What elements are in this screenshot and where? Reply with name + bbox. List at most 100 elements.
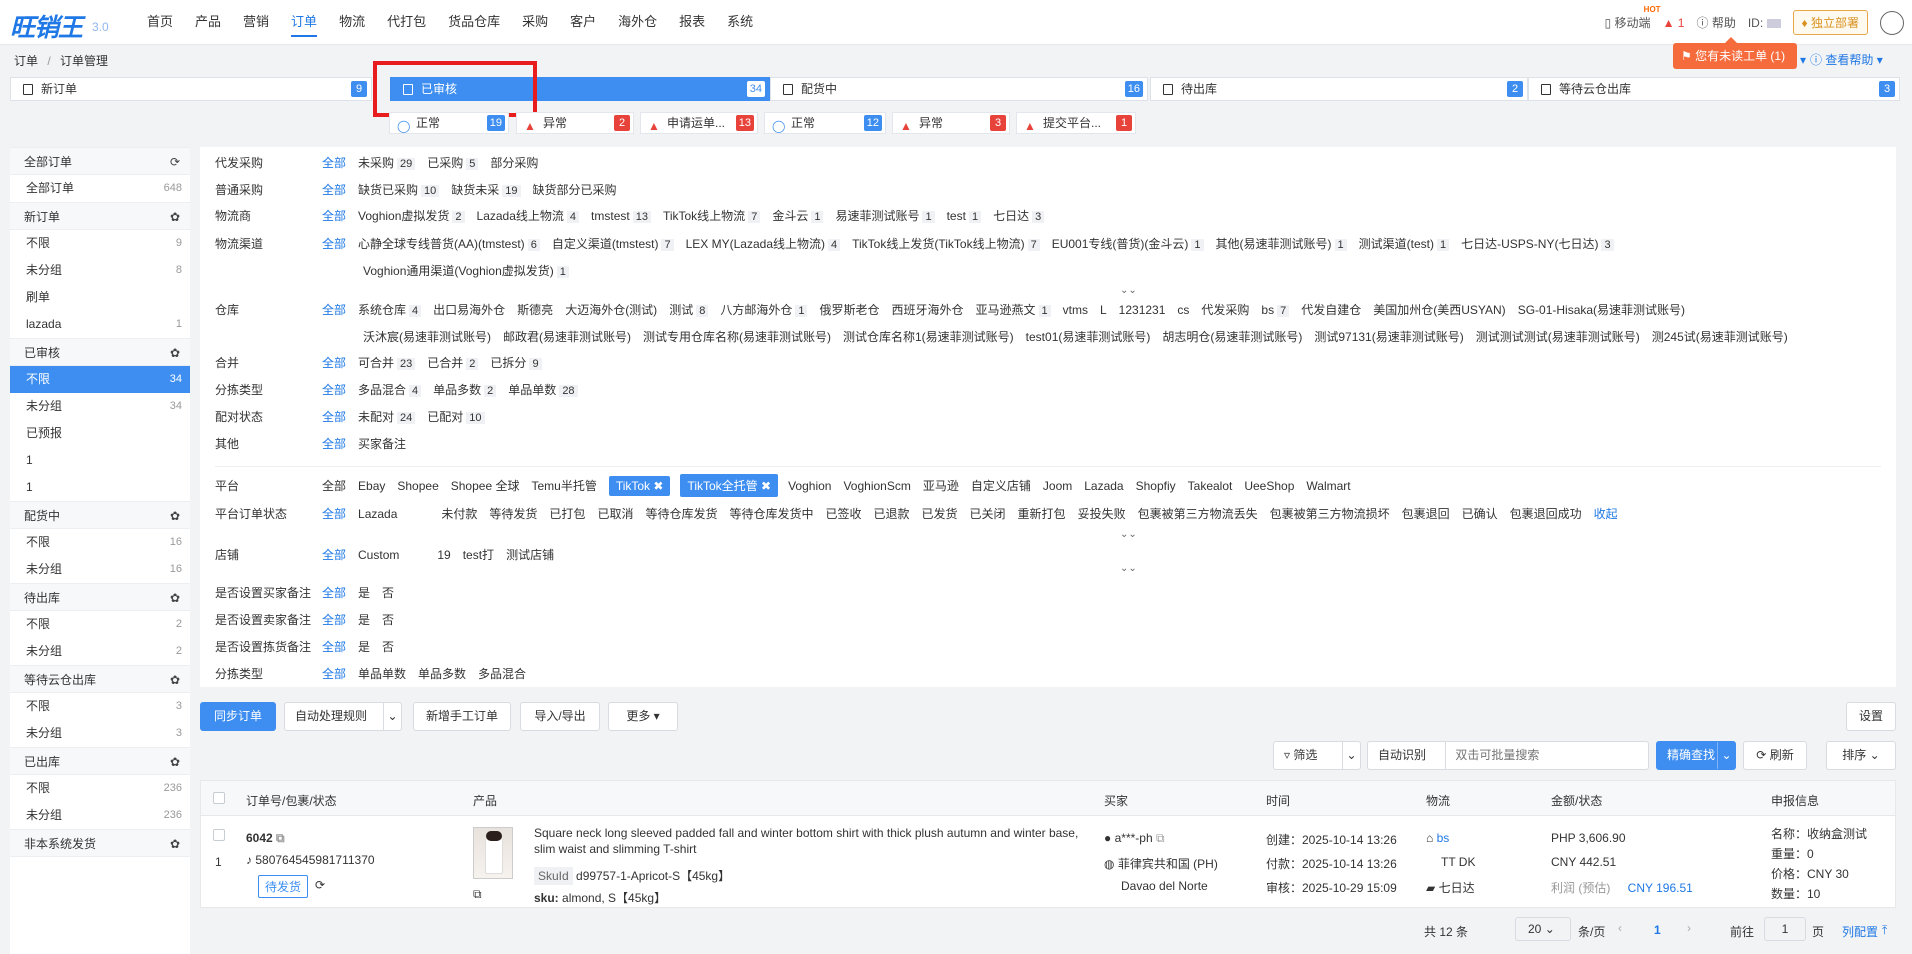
filter-option[interactable]: 缺货部分已采购 <box>533 181 617 198</box>
sidebar-item[interactable]: 未分组 236 <box>10 802 190 829</box>
nav-item[interactable]: 营销 <box>232 0 280 45</box>
no-option[interactable]: 否 <box>382 611 394 628</box>
filter-option[interactable]: 测试 8 <box>669 301 709 318</box>
sort-type-option[interactable]: 多品混合 <box>478 665 526 682</box>
gear-icon[interactable]: ✿ <box>170 830 180 858</box>
filter-all-link[interactable]: 全部 <box>322 437 346 451</box>
sidebar-item[interactable]: 不限 34 <box>10 366 190 393</box>
platform-status-option[interactable]: 已确认 <box>1462 505 1498 522</box>
sidebar-group[interactable]: 配货中 ✿ <box>10 501 190 529</box>
logistics-provider[interactable]: ⌂ bs <box>1426 831 1449 845</box>
platform-status-option[interactable]: 等待发货 <box>489 505 537 522</box>
nav-item[interactable]: 海外仓 <box>607 0 668 45</box>
yes-option[interactable]: 是 <box>358 584 370 601</box>
platform-status-option[interactable]: 未付款 <box>441 505 477 522</box>
filter-option[interactable]: 未配对 24 <box>358 408 416 425</box>
sidebar-group[interactable]: 已审核 ✿ <box>10 338 190 366</box>
platform-tag-selected[interactable]: TikTok全托管 ✖ <box>680 474 779 497</box>
platform-status-option[interactable]: 包裹被第三方物流丢失 <box>1138 505 1258 522</box>
sub-status-tab[interactable]: ◯ 正常 19 <box>389 112 509 134</box>
platform-option[interactable]: UeeShop <box>1244 479 1294 493</box>
filter-option[interactable]: 测245试(易速菲测试账号) <box>1652 328 1788 345</box>
refresh-icon[interactable]: ⟳ <box>315 878 325 892</box>
filter-option[interactable]: 部分采购 <box>490 154 538 171</box>
unread-ticket-toast[interactable]: ⚑ 您有未读工单 (1) <box>1673 37 1797 69</box>
platform-status-option[interactable]: 包裹被第三方物流损坏 <box>1270 505 1390 522</box>
nav-item[interactable]: 报表 <box>668 0 716 45</box>
filter-button[interactable]: ▿ 筛选 ⌄ <box>1273 741 1361 770</box>
filter-all-link[interactable]: 全部 <box>322 356 346 370</box>
filter-option[interactable]: SG-01-Hisaka(易速菲测试账号) <box>1518 301 1685 318</box>
platform-status-option[interactable]: 重新打包 <box>1018 505 1066 522</box>
filter-all-link[interactable]: 全部 <box>322 410 346 424</box>
prev-page-button[interactable]: ‹ <box>1618 921 1622 935</box>
filter-option[interactable]: 缺货已采购 10 <box>358 181 440 198</box>
platform-option[interactable]: Voghion <box>788 479 831 493</box>
shop-option[interactable]: Custom <box>358 548 399 562</box>
platform-option[interactable]: Walmart <box>1306 479 1350 493</box>
sort-type-option[interactable]: 单品单数 <box>358 665 406 682</box>
sidebar-item[interactable]: 不限 2 <box>10 611 190 638</box>
auto-rules-button[interactable]: 自动处理规则 ⌄ <box>284 702 402 731</box>
nav-item[interactable]: 货品仓库 <box>437 0 511 45</box>
precise-search-button[interactable]: 精确查找 ⌄ <box>1656 741 1736 770</box>
filter-option[interactable]: L <box>1100 303 1107 317</box>
sidebar-item[interactable]: 未分组 8 <box>10 257 190 284</box>
platform-status-option[interactable]: 等待仓库发货 <box>645 505 717 522</box>
filter-option[interactable]: 未采购 29 <box>358 154 416 171</box>
platform-option[interactable]: Temu半托管 <box>531 477 596 494</box>
platform-status-option[interactable]: 已发货 <box>922 505 958 522</box>
sidebar-item[interactable]: 刷单 <box>10 284 190 311</box>
sidebar-group[interactable]: 已出库 ✿ <box>10 747 190 775</box>
filter-option[interactable]: 缺货未采 19 <box>451 181 521 198</box>
page-size-select[interactable]: 20 ⌄ <box>1515 917 1571 941</box>
filter-all-link[interactable]: 全部 <box>322 183 346 197</box>
platform-status-option[interactable]: 妥投失败 <box>1078 505 1126 522</box>
sub-status-tab[interactable]: ▲ 提交平台... 1 <box>1016 112 1136 134</box>
view-help-link[interactable]: ▾ ⓘ 查看帮助 ▾ <box>1800 51 1883 68</box>
filter-option[interactable]: tmstest 13 <box>591 209 651 223</box>
filter-option[interactable]: 俄罗斯老仓 <box>819 301 879 318</box>
platform-option[interactable]: Ebay <box>358 479 385 493</box>
nav-item[interactable]: 物流 <box>328 0 376 45</box>
filter-all-link[interactable]: 全部 <box>322 209 346 223</box>
nav-item[interactable]: 采购 <box>511 0 559 45</box>
filter-all-link[interactable]: 全部 <box>322 640 346 654</box>
filter-option[interactable]: 单品单数 28 <box>508 381 578 398</box>
filter-all-link[interactable]: 全部 <box>322 667 346 681</box>
sidebar-group[interactable]: 非本系统发货 ✿ <box>10 829 190 857</box>
sync-orders-button[interactable]: 同步订单 <box>200 702 276 731</box>
filter-option[interactable]: 测试渠道(test) 1 <box>1359 235 1450 252</box>
sidebar-item[interactable]: lazada 1 <box>10 311 190 338</box>
product-title[interactable]: Square neck long sleeved padded fall and… <box>534 825 1089 857</box>
step-tab[interactable]: 配货中 16 <box>770 77 1148 101</box>
nav-item[interactable]: 代打包 <box>376 0 437 45</box>
yes-option[interactable]: 是 <box>358 611 370 628</box>
filter-option[interactable]: 金斗云 1 <box>772 207 824 224</box>
current-page[interactable]: 1 <box>1654 923 1661 937</box>
filter-option[interactable]: 邮政君(易速菲测试账号) <box>503 328 631 345</box>
collapse-link[interactable]: 收起 <box>1594 507 1618 521</box>
nav-item[interactable]: 系统 <box>716 0 764 45</box>
select-all-checkbox[interactable] <box>213 792 225 804</box>
filter-option[interactable]: EU001专线(普货)(金斗云) 1 <box>1052 235 1204 252</box>
platform-status-option[interactable]: 等待仓库发货中 <box>729 505 813 522</box>
platform-status-option[interactable]: 已签收 <box>825 505 861 522</box>
filter-option[interactable]: 八方邮海外仓 1 <box>720 301 808 318</box>
close-icon[interactable]: ✖ <box>758 479 771 493</box>
gear-icon[interactable]: ✿ <box>170 502 180 530</box>
filter-option[interactable]: 测试仓库名称1(易速菲测试账号) <box>843 328 1014 345</box>
step-tab[interactable]: 等待云仓出库 3 <box>1528 77 1900 101</box>
shop-option[interactable]: test打 <box>463 546 494 563</box>
filter-option[interactable]: Voghion通用渠道(Voghion虚拟发货) 1 <box>363 262 569 279</box>
goto-page-input[interactable]: 1 <box>1764 917 1806 941</box>
close-icon[interactable]: ✖ <box>650 479 663 493</box>
filter-option[interactable]: 可合并 23 <box>358 354 416 371</box>
sub-status-tab[interactable]: ▲ 申请运单... 13 <box>640 112 758 134</box>
gear-icon[interactable]: ✿ <box>170 666 180 694</box>
platform-status-option[interactable]: 已关闭 <box>970 505 1006 522</box>
buyer-name[interactable]: ● a***-ph ⧉ <box>1104 831 1165 846</box>
nav-item[interactable]: 首页 <box>136 0 184 45</box>
settings-button[interactable]: 设置 <box>1846 702 1896 731</box>
sidebar-group[interactable]: 等待云仓出库 ✿ <box>10 665 190 693</box>
